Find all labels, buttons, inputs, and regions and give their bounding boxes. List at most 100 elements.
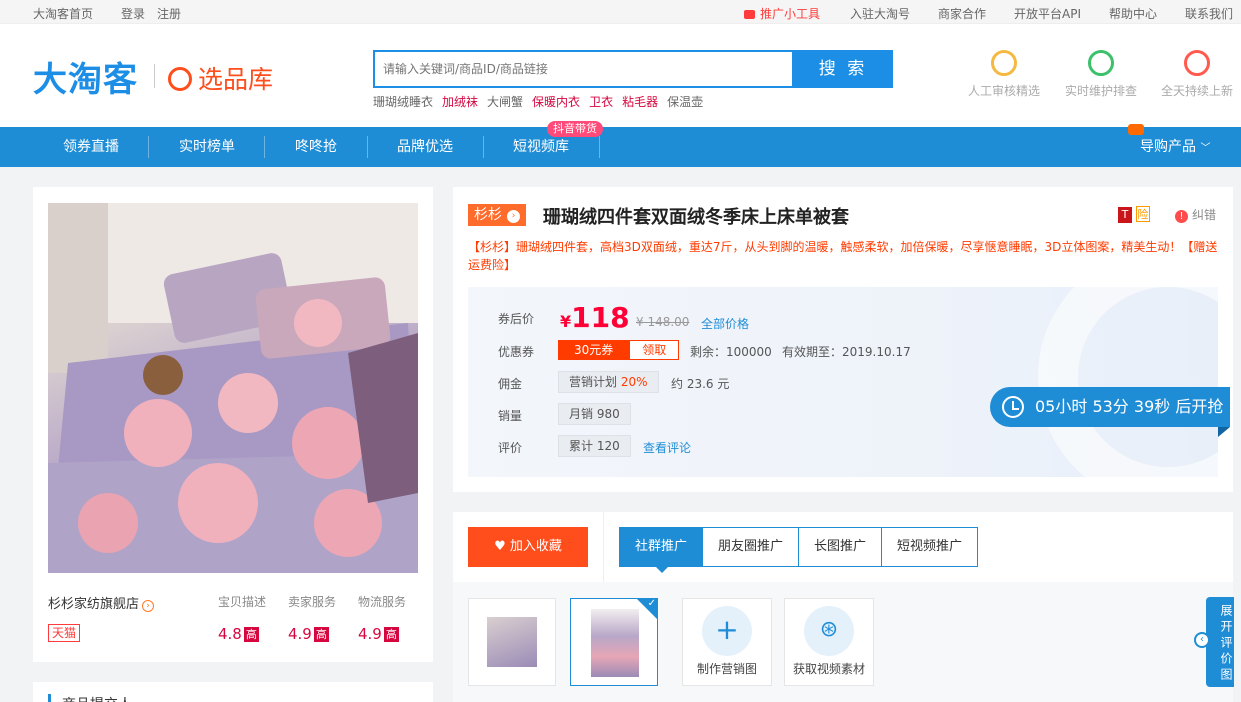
api-link[interactable]: 开放平台API [1014,5,1081,22]
douyin-badge: 抖音带货 [547,121,603,137]
score-logistics: 4.9 高 [358,625,399,643]
coupon-remaining: 剩余：100000 [690,345,772,359]
promo-tool-link[interactable]: 推广小工具 [744,5,820,22]
score-grade: 高 [313,627,329,642]
brand-tag[interactable]: 杉杉 › [468,204,526,226]
score-header: 卖家服务 [288,595,337,609]
contact-link[interactable]: 联系我们 [1185,5,1233,22]
chevron-left-icon[interactable]: ‹ [1194,632,1210,648]
join-link[interactable]: 入驻大淘号 [850,5,910,22]
divider [603,512,604,582]
score-description: 4.8 高 [218,625,259,643]
feature-daily-new: 全天持续上新 [1152,50,1241,99]
material-thumb-selected[interactable] [570,598,658,686]
coupon-valid-until: 有效期至：2019.10.17 [782,345,911,359]
guide-products-label: 导购产品 [1140,139,1196,155]
nav-item-flash-sale[interactable]: 咚咚抢 [295,127,337,167]
header: 大淘客 选品库 搜 索 珊瑚绒睡衣加绒袜大闸蟹保暖内衣卫衣粘毛器保温壶 人工审核… [0,24,1241,127]
nav-divider [148,136,149,158]
promotion-card: ♥ 加入收藏 社群推广 朋友圈推广 长图推广 短视频推广 + 制作营销图 ⊛ 获取视… [453,512,1233,702]
commission-rate: 20% [620,375,648,389]
logo-divider [154,64,155,88]
merchant-link[interactable]: 商家合作 [938,5,986,22]
add-favorite-button[interactable]: ♥ 加入收藏 [468,527,588,567]
submitter-heading: 商品提交人 [62,694,132,702]
hot-keyword[interactable]: 卫衣 [589,95,613,109]
film-reel-icon: ⊛ [804,606,854,656]
search-button[interactable]: 搜 索 [793,50,893,88]
hot-keyword[interactable]: 大闸蟹 [487,95,523,109]
expand-review-images-tab[interactable]: 展开评价图 [1206,597,1234,687]
coupon-value: 30元券 [558,340,630,360]
nav-divider [483,136,484,158]
tab-community[interactable]: 社群推广 [620,528,703,573]
shield-check-icon [1088,50,1114,76]
nav-divider [264,136,265,158]
hot-keyword[interactable]: 粘毛器 [622,95,658,109]
view-reviews-link[interactable]: 查看评论 [643,439,691,456]
decor-circle [1038,287,1218,477]
flame-icon [1184,50,1210,76]
report-link[interactable]: ! 纠错 [1175,206,1216,223]
countdown-text: 05小时 53分 39秒 后开抢 [1035,397,1224,416]
feature-manual-review: 人工审核精选 [959,50,1049,99]
countdown-ribbon: 05小时 53分 39秒 后开抢 [990,387,1230,437]
shop-name[interactable]: 杉杉家纺旗舰店 › [48,593,155,612]
nav-item-ranking[interactable]: 实时榜单 [179,127,235,167]
top-bar: 大淘客首页 登录 注册 推广小工具 入驻大淘号 商家合作 开放平台API 帮助中… [0,0,1241,24]
get-video-button[interactable]: ⊛ 获取视频素材 [784,598,874,686]
tab-moments[interactable]: 朋友圈推广 [702,528,799,566]
nav-guide-products[interactable]: 导购产品 ﹀ [1140,127,1210,167]
original-price: ¥ 148.00 [636,315,690,329]
get-video-label: 获取视频素材 [792,662,865,676]
login-link[interactable]: 登录 [121,5,145,22]
tab-short-video[interactable]: 短视频推广 [881,528,978,566]
site-logo[interactable]: 大淘客 [33,52,138,101]
user-icon [991,50,1017,76]
nav-divider [599,136,600,158]
score-header: 物流服务 [358,595,407,609]
material-thumb[interactable] [468,598,556,686]
register-link[interactable]: 注册 [157,5,181,22]
coupon-take-button[interactable]: 领取 [629,340,680,360]
home-link[interactable]: 大淘客首页 [33,5,93,22]
tab-long-image[interactable]: 长图推广 [798,528,882,566]
all-prices-link[interactable]: 全部价格 [701,315,749,332]
help-link[interactable]: 帮助中心 [1109,5,1157,22]
product-image[interactable] [48,203,418,573]
hot-keyword[interactable]: 珊瑚绒睡衣 [373,95,433,109]
product-library-logo[interactable]: 选品库 [168,60,273,96]
make-poster-button[interactable]: + 制作营销图 [682,598,772,686]
price-value: 118 [571,301,630,334]
nav-item-brand[interactable]: 品牌优选 [397,127,453,167]
score-value: 4.9 [358,625,382,643]
price-panel: 券后价 ¥118 ¥ 148.00 全部价格 优惠券 30元券 领取 剩余：10… [468,287,1218,477]
hot-keyword[interactable]: 加绒袜 [442,95,478,109]
score-grade: 高 [243,627,259,642]
commission-amount: 约 23.6 元 [671,377,730,391]
coupon: 30元券 领取 [558,340,680,360]
nav-item-live-coupon[interactable]: 领券直播 [63,127,119,167]
checkmark-icon [636,598,658,620]
hot-keyword[interactable]: 保暖内衣 [532,95,580,109]
chevron-down-icon: ﹀ [1200,143,1211,154]
platform-badge: 天猫 [48,624,81,642]
product-image-card: 杉杉家纺旗舰店 › 天猫 宝贝描述 卖家服务 物流服务 4.8 高 4.9 高 4.9… [33,187,433,662]
hot-keyword[interactable]: 保温壶 [667,95,703,109]
final-price: ¥118 [560,301,630,334]
commission-plan: 营销计划 20% [558,371,659,393]
report-label: 纠错 [1192,208,1217,222]
commission-plan-label: 营销计划 [569,375,618,389]
feature-label: 人工审核精选 [967,84,1040,98]
price-label: 券后价 [498,312,535,326]
submitter-card: 商品提交人 [33,682,433,702]
search-input[interactable] [373,50,794,88]
nav-divider [367,136,368,158]
product-info-card: 杉杉 › 珊瑚绒四件套双面绒冬季床上床单被套 T 险 ! 纠错 【杉杉】珊瑚绒四件套… [453,187,1233,492]
feature-label: 实时维护排查 [1064,84,1137,98]
tmall-icon: T [1118,207,1132,223]
thumb-image [487,617,537,667]
insurance-icon: 险 [1135,206,1150,222]
plus-icon: + [702,606,752,656]
heart-icon: ♥ [494,539,506,554]
